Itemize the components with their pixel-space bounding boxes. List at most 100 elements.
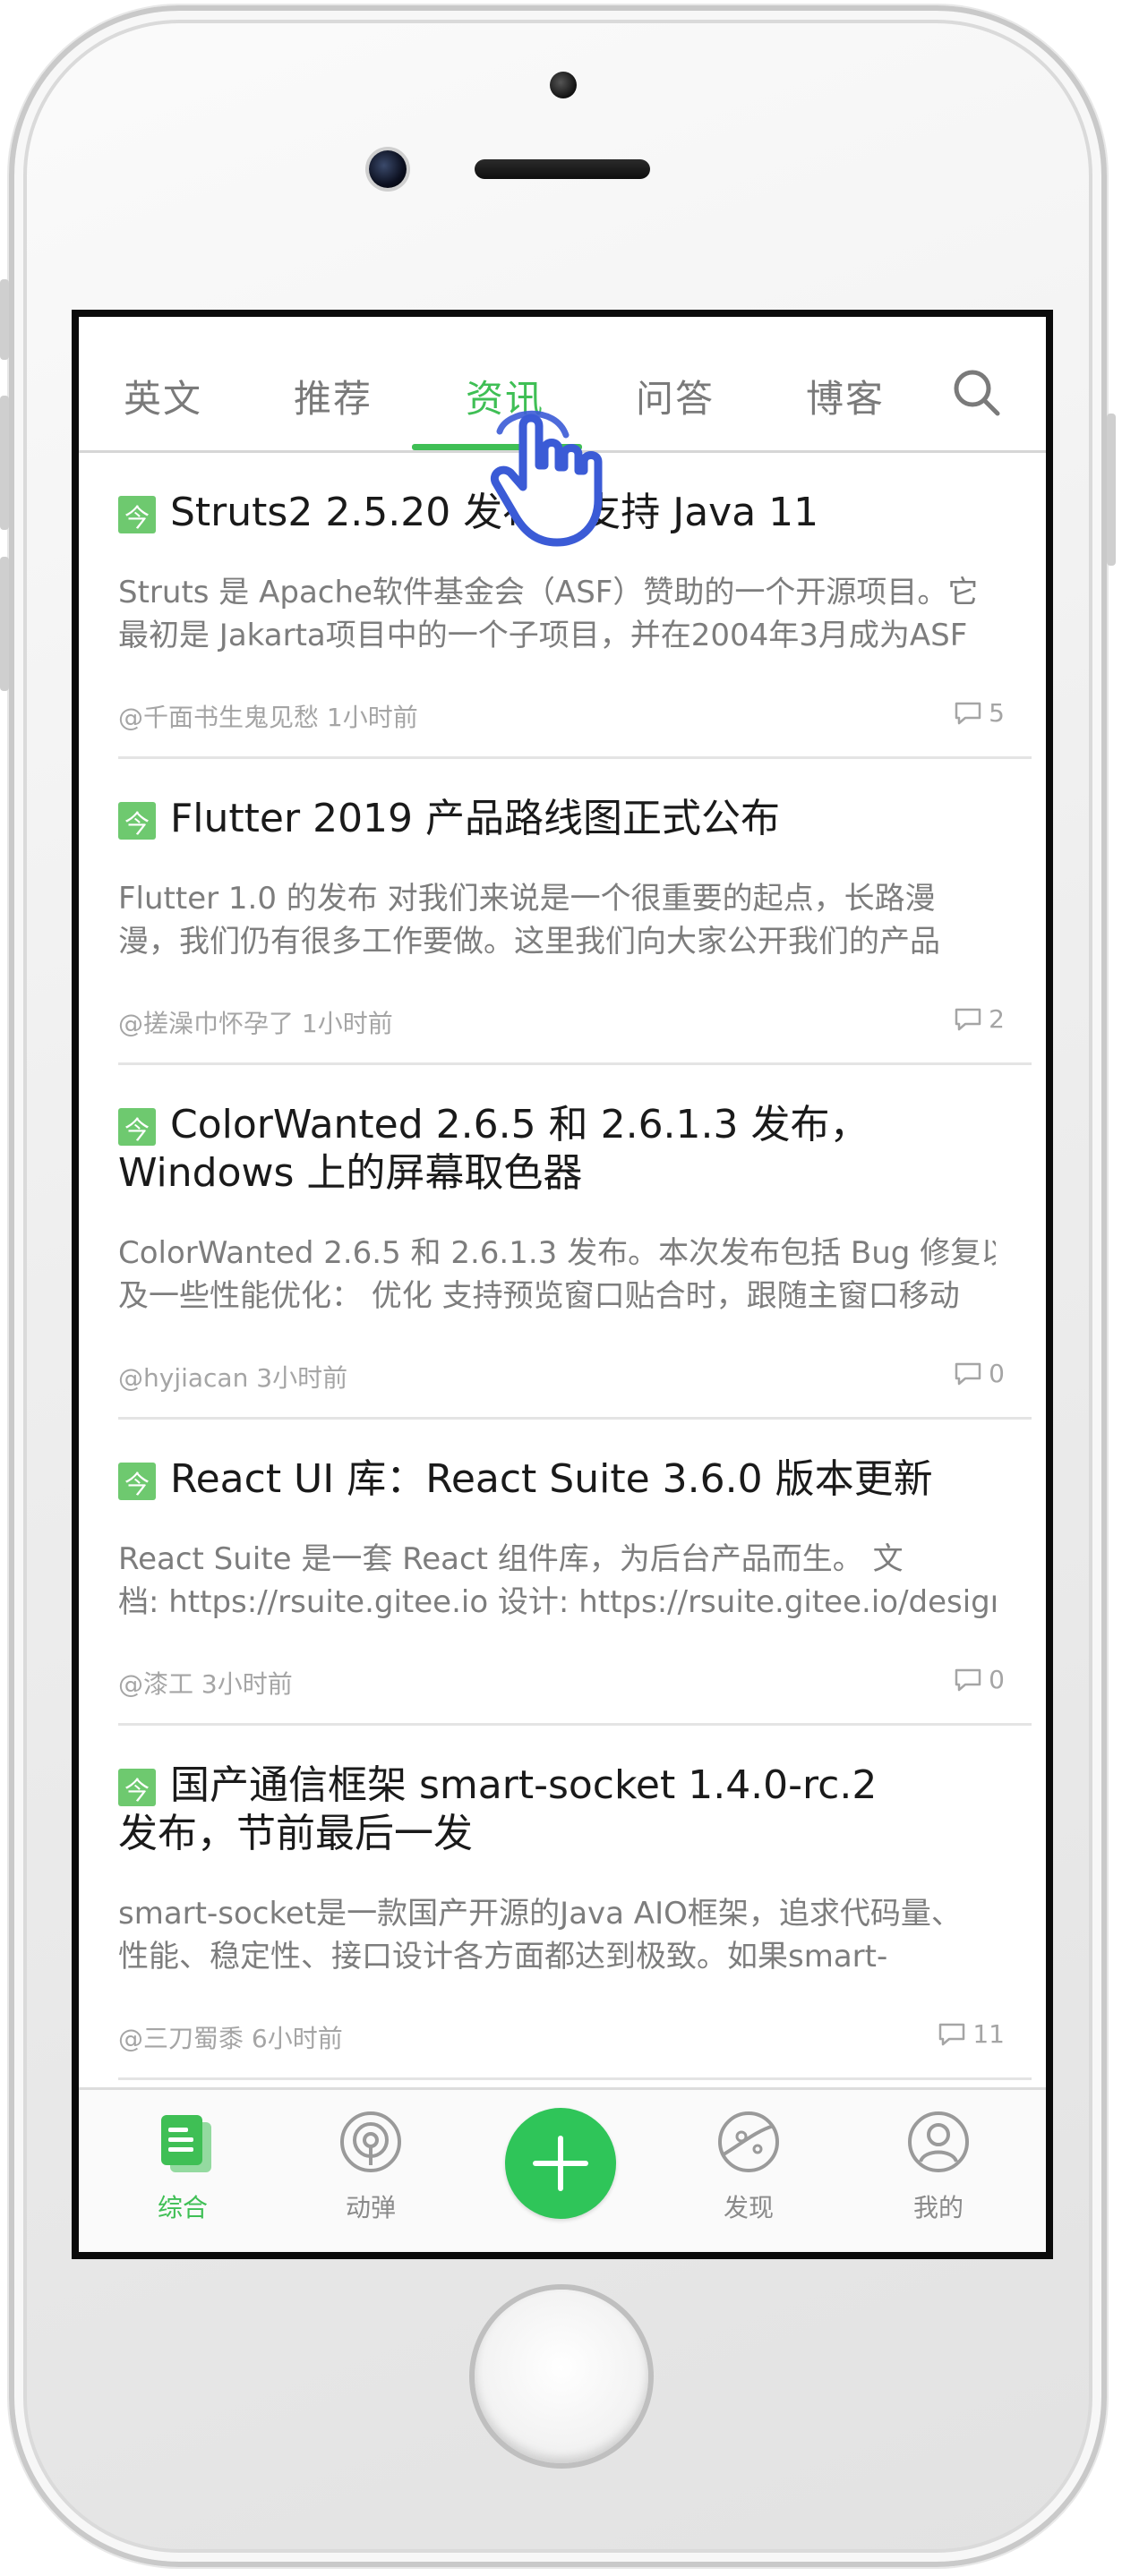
article-title-row: 今 React UI 库：React Suite 3.6.0 版本更新 (118, 1455, 1014, 1504)
tab-english[interactable]: 英文 (124, 369, 202, 423)
article-title-row: 今 Flutter 2019 产品路线图正式公布 (118, 795, 1014, 843)
today-badge-label: 今 (124, 503, 150, 533)
article-author-time: @hyjiacan 3小时前 (118, 1359, 347, 1395)
article-title[interactable]: React UI 库：React Suite 3.6.0 版本更新 (118, 1455, 1014, 1504)
plus-icon (533, 2136, 588, 2191)
article-author-time: @搓澡巾怀孕了 1小时前 (118, 1004, 393, 1040)
nav-label: 动弹 (345, 2193, 396, 2222)
today-badge-label: 今 (124, 1115, 150, 1145)
bottom-nav-bar: 综合 动弹 发现 我的 (79, 2087, 1046, 2252)
earpiece-speaker (475, 159, 650, 179)
tab-qa[interactable]: 问答 (636, 369, 715, 423)
article-title[interactable]: ColorWanted 2.6.5 和 2.6.1.3 发布， Windows … (118, 1101, 1014, 1198)
article-author[interactable]: @千面书生鬼见愁 (118, 703, 319, 732)
nav-item-tweets[interactable]: 动弹 (317, 2108, 424, 2224)
article-summary: Struts 是 Apache软件基金会（ASF）赞助的一个开源项目。它 最初是… (118, 571, 996, 657)
article-summary-line: 漫，我们仍有很多工作要做。这里我们向大家公开我们的产品 (118, 924, 940, 960)
volume-down-button (0, 557, 9, 691)
nav-label: 综合 (157, 2193, 208, 2222)
comment-icon (955, 1362, 981, 1386)
comment-icon (955, 702, 981, 725)
nav-label: 发现 (723, 2193, 774, 2222)
article-author[interactable]: @搓澡巾怀孕了 (118, 1009, 294, 1038)
app-screen: 英文 推荐 资讯 问答 博客 今 Struts2 2.5.20 发布，支持 Ja… (72, 310, 1053, 2259)
article-summary-line: ColorWanted 2.6.5 和 2.6.1.3 发布。本次发布包括 Bu… (118, 1235, 996, 1271)
tab-recommend[interactable]: 推荐 (294, 369, 373, 423)
planet-icon (718, 2111, 779, 2172)
publish-button[interactable] (505, 2108, 616, 2219)
article-author[interactable]: @三刀蜀黍 (118, 2024, 244, 2053)
list-item[interactable]: 今 国产通信框架 smart-socket 1.4.0-rc.2 发布，节前最后… (118, 1726, 1032, 2080)
today-badge-label: 今 (124, 1470, 150, 1499)
article-author-time: @漆工 3小时前 (118, 1665, 293, 1701)
article-summary-line: React Suite 是一套 React 组件库，为后台产品而生。 文 (118, 1541, 904, 1577)
article-title-row: 今 ColorWanted 2.6.5 和 2.6.1.3 发布， Window… (118, 1101, 1014, 1198)
article-time: 3小时前 (201, 1669, 293, 1699)
today-badge: 今 (118, 1769, 156, 1806)
comment-count-value: 11 (972, 2019, 1005, 2049)
article-title-line: 发布，节前最后一发 (118, 1811, 473, 1856)
article-title[interactable]: Flutter 2019 产品路线图正式公布 (118, 795, 1014, 843)
article-title-line: ColorWanted 2.6.5 和 2.6.1.3 发布， (170, 1102, 869, 1147)
user-icon (908, 2111, 969, 2172)
today-badge-label: 今 (124, 1776, 150, 1805)
home-button[interactable] (475, 2290, 648, 2463)
tab-blog[interactable]: 博客 (806, 369, 885, 423)
comment-count: 0 (955, 1359, 1005, 1388)
comment-icon (939, 2023, 965, 2046)
comment-count-value: 2 (989, 1004, 1005, 1034)
today-badge: 今 (118, 1463, 156, 1500)
article-author-time: @三刀蜀黍 6小时前 (118, 2019, 343, 2055)
list-item[interactable]: 今 ColorWanted 2.6.5 和 2.6.1.3 发布， Window… (118, 1065, 1032, 1420)
article-summary: React Suite 是一套 React 组件库，为后台产品而生。 文 档: … (118, 1538, 996, 1624)
article-title-line: React UI 库：React Suite 3.6.0 版本更新 (170, 1456, 933, 1502)
document-icon (161, 2115, 211, 2172)
article-author[interactable]: @漆工 (118, 1669, 193, 1699)
article-time: 1小时前 (301, 1009, 393, 1038)
article-summary: Flutter 1.0 的发布 对我们来说是一个很重要的起点，长路漫 漫，我们仍… (118, 877, 996, 963)
mute-switch (0, 279, 9, 360)
power-button (1107, 414, 1116, 566)
comment-count: 0 (955, 1665, 1005, 1694)
front-camera (369, 150, 407, 188)
hand-cursor-icon (491, 410, 603, 547)
article-author-time: @千面书生鬼见愁 1小时前 (118, 698, 418, 734)
proximity-sensor (550, 72, 577, 98)
news-feed: 今 Struts2 2.5.20 发布，支持 Java 11 Struts 是 … (79, 453, 1046, 2080)
today-badge-label: 今 (124, 809, 150, 839)
article-summary-line: 最初是 Jakarta项目中的一个子项目，并在2004年3月成为ASF (118, 618, 968, 653)
comment-count-value: 0 (989, 1359, 1005, 1388)
broadcast-icon (340, 2111, 401, 2172)
article-summary-line: 及一些性能优化： 优化 支持预览窗口贴合时，跟随主窗口移动 (118, 1278, 960, 1314)
article-summary-line: Struts 是 Apache软件基金会（ASF）赞助的一个开源项目。它 (118, 575, 979, 610)
comment-count-value: 5 (989, 698, 1005, 728)
list-item[interactable]: 今 React UI 库：React Suite 3.6.0 版本更新 Reac… (118, 1420, 1032, 1726)
nav-item-mine[interactable]: 我的 (885, 2108, 992, 2224)
comment-count-value: 0 (989, 1665, 1005, 1694)
article-time: 3小时前 (256, 1363, 348, 1393)
comment-count: 5 (955, 698, 1005, 728)
article-time: 6小时前 (251, 2024, 343, 2053)
article-title[interactable]: 国产通信框架 smart-socket 1.4.0-rc.2 发布，节前最后一发 (118, 1761, 1014, 1858)
today-badge: 今 (118, 802, 156, 840)
article-title-line: 国产通信框架 smart-socket 1.4.0-rc.2 (170, 1762, 878, 1808)
search-icon[interactable] (951, 367, 1001, 417)
today-badge: 今 (118, 1108, 156, 1146)
article-summary: ColorWanted 2.6.5 和 2.6.1.3 发布。本次发布包括 Bu… (118, 1232, 996, 1318)
nav-item-discover[interactable]: 发现 (695, 2108, 802, 2224)
article-summary-line: 性能、稳定性、接口设计各方面都达到极致。如果smart- (118, 1939, 888, 1975)
article-summary-line: smart-socket是一款国产开源的Java AIO框架，追求代码量、 (118, 1896, 962, 1932)
article-title-line: Flutter 2019 产品路线图正式公布 (170, 796, 781, 841)
article-summary-line: Flutter 1.0 的发布 对我们来说是一个很重要的起点，长路漫 (118, 881, 936, 917)
article-time: 1小时前 (326, 703, 418, 732)
comment-icon (955, 1668, 981, 1692)
comment-count: 2 (955, 1004, 1005, 1034)
comment-count: 11 (938, 2019, 1005, 2049)
article-summary-line: 档: https://rsuite.gitee.io 设计: https://r… (118, 1584, 996, 1620)
article-summary: smart-socket是一款国产开源的Java AIO框架，追求代码量、 性能… (118, 1892, 996, 1978)
nav-label: 我的 (912, 2193, 964, 2222)
list-item[interactable]: 今 Flutter 2019 产品路线图正式公布 Flutter 1.0 的发布… (118, 759, 1032, 1065)
article-author[interactable]: @hyjiacan (118, 1363, 248, 1393)
comment-icon (955, 1008, 981, 1031)
nav-item-comprehensive[interactable]: 综合 (129, 2108, 236, 2224)
